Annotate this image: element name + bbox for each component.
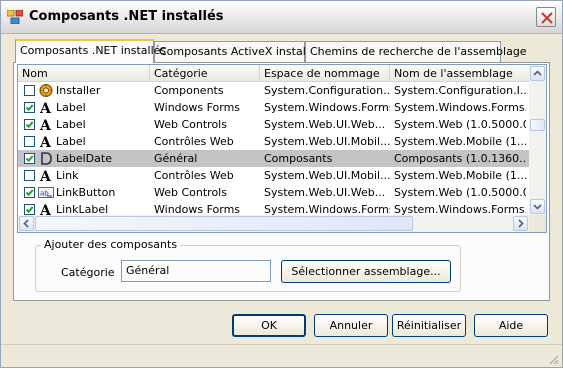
cell-assembly: System.Windows.Forms.... [394,101,526,114]
vertical-scroll-thumb[interactable] [530,119,545,131]
cell-category: Général [154,152,198,165]
tab-activex-components[interactable]: Composants ActiveX installés [154,41,321,62]
installer-icon [38,83,54,98]
cell-name: Link [56,169,79,182]
scroll-corner [529,215,546,232]
table-row[interactable]: A Label Windows Forms System.Windows.Forms S… [18,99,530,117]
column-header-assembly[interactable]: Nom de l'assemblage [390,65,530,82]
table-row[interactable]: A Link Contrôles Web System.Web.UI.Mobil...… [18,167,530,185]
svg-text:A: A [39,101,52,115]
row-checkbox[interactable] [24,187,35,198]
horizontal-scroll-thumb[interactable] [35,216,413,231]
row-checkbox[interactable] [24,102,35,113]
label-date-icon [38,151,54,166]
components-list[interactable]: Nom Catégorie Espace de nommage Nom de l… [17,64,547,233]
cell-name: Label [56,135,86,148]
cell-namespace: System.Configuration.... [264,84,390,97]
table-row[interactable]: A Label Web Controls System.Web.UI.Web... Sy… [18,116,530,134]
checkmark-icon [25,121,34,129]
cell-category: Web Controls [154,186,227,199]
cell-category: Windows Forms [154,101,241,114]
column-header-category[interactable]: Catégorie [150,65,260,82]
label-a-icon: A [38,168,54,185]
vertical-scrollbar[interactable] [529,65,546,215]
cell-namespace: System.Web.UI.Web... [264,186,386,199]
label-a-icon: A [38,134,54,151]
cell-category: Contrôles Web [154,135,234,148]
cell-assembly: Composants (1.0.1360.... [394,152,526,165]
ok-button[interactable]: OK [232,314,306,337]
row-checkbox[interactable] [24,153,35,164]
cell-name: Installer [56,84,101,97]
checkmark-icon [25,155,34,163]
chevron-right-icon [518,219,524,228]
cell-name: Label [56,101,86,114]
chevron-left-icon [23,219,29,228]
category-label: Catégorie [61,266,115,279]
tab-net-components[interactable]: Composants .NET installés [15,39,166,63]
cell-assembly: System.Web.Mobile (1.... [394,135,526,148]
svg-text:A: A [39,135,52,149]
cell-namespace: System.Web.UI.Mobil... [264,169,390,182]
status-bar [1,344,562,367]
cell-category: Components [154,84,224,97]
row-checkbox[interactable] [24,136,35,147]
cell-namespace: System.Web.UI.Web... [264,118,386,131]
scroll-down-button[interactable] [530,199,545,214]
svg-text:A: A [39,169,52,183]
cell-assembly: System.Configuration.I... [394,84,526,97]
scroll-up-button[interactable] [530,66,545,81]
checkmark-icon [25,104,34,112]
cancel-button[interactable]: Annuler [314,314,388,337]
table-row[interactable]: LabelDate Général Composants Composants (1.… [18,150,530,167]
table-row[interactable]: ab LinkButton Web Controls System.Web.UI.We… [18,184,530,201]
close-icon [541,12,553,24]
cell-category: Web Controls [154,118,227,131]
link-button-icon: ab [38,185,54,200]
checkmark-icon [25,189,34,197]
cell-namespace: System.Web.UI.Mobil... [264,135,390,148]
dialog-window: Composants .NET installés Composants .NE… [0,0,563,368]
scroll-right-button[interactable] [513,216,528,231]
add-components-legend: Ajouter des composants [41,238,181,251]
row-checkbox[interactable] [24,85,35,96]
cell-name: LinkButton [56,186,116,199]
row-checkbox[interactable] [24,204,35,215]
chevron-down-icon [533,204,542,210]
reset-button[interactable]: Réinitialiser [392,314,466,337]
cell-namespace: Composants [264,152,333,165]
title-bar[interactable]: Composants .NET installés [1,1,562,34]
checkmark-icon [25,206,34,214]
app-icon [7,10,23,24]
category-field[interactable]: Général [121,260,271,282]
help-button[interactable]: Aide [474,314,548,337]
scroll-left-button[interactable] [19,216,34,231]
label-a-icon: A [38,100,54,117]
cell-assembly: System.Web (1.0.5000.0) [394,186,526,199]
cell-name: LabelDate [56,152,112,165]
cell-assembly: System.Web (1.0.5000.0) [394,118,526,131]
table-row[interactable]: A Label Contrôles Web System.Web.UI.Mobil..… [18,133,530,151]
svg-text:A: A [39,118,52,132]
column-header-namespace[interactable]: Espace de nommage [260,65,390,82]
label-a-icon: A [38,117,54,134]
table-row[interactable]: Installer Components System.Configuration.… [18,82,530,99]
column-header-name[interactable]: Nom [18,65,150,82]
select-assembly-button[interactable]: Sélectionner assemblage... [281,260,451,283]
chevron-up-icon [533,70,542,76]
resize-grip-icon [549,355,559,365]
window-title: Composants .NET installés [29,9,224,24]
row-checkbox[interactable] [24,170,35,181]
cell-namespace: System.Windows.Forms [264,101,390,114]
cell-assembly: System.Web.Mobile (1.... [394,169,526,182]
close-button[interactable] [536,7,556,27]
horizontal-scrollbar[interactable] [18,215,529,232]
cell-category: Contrôles Web [154,169,234,182]
cell-name: Label [56,118,86,131]
row-checkbox[interactable] [24,119,35,130]
tab-assembly-search-paths[interactable]: Chemins de recherche de l'assemblage [305,41,527,62]
